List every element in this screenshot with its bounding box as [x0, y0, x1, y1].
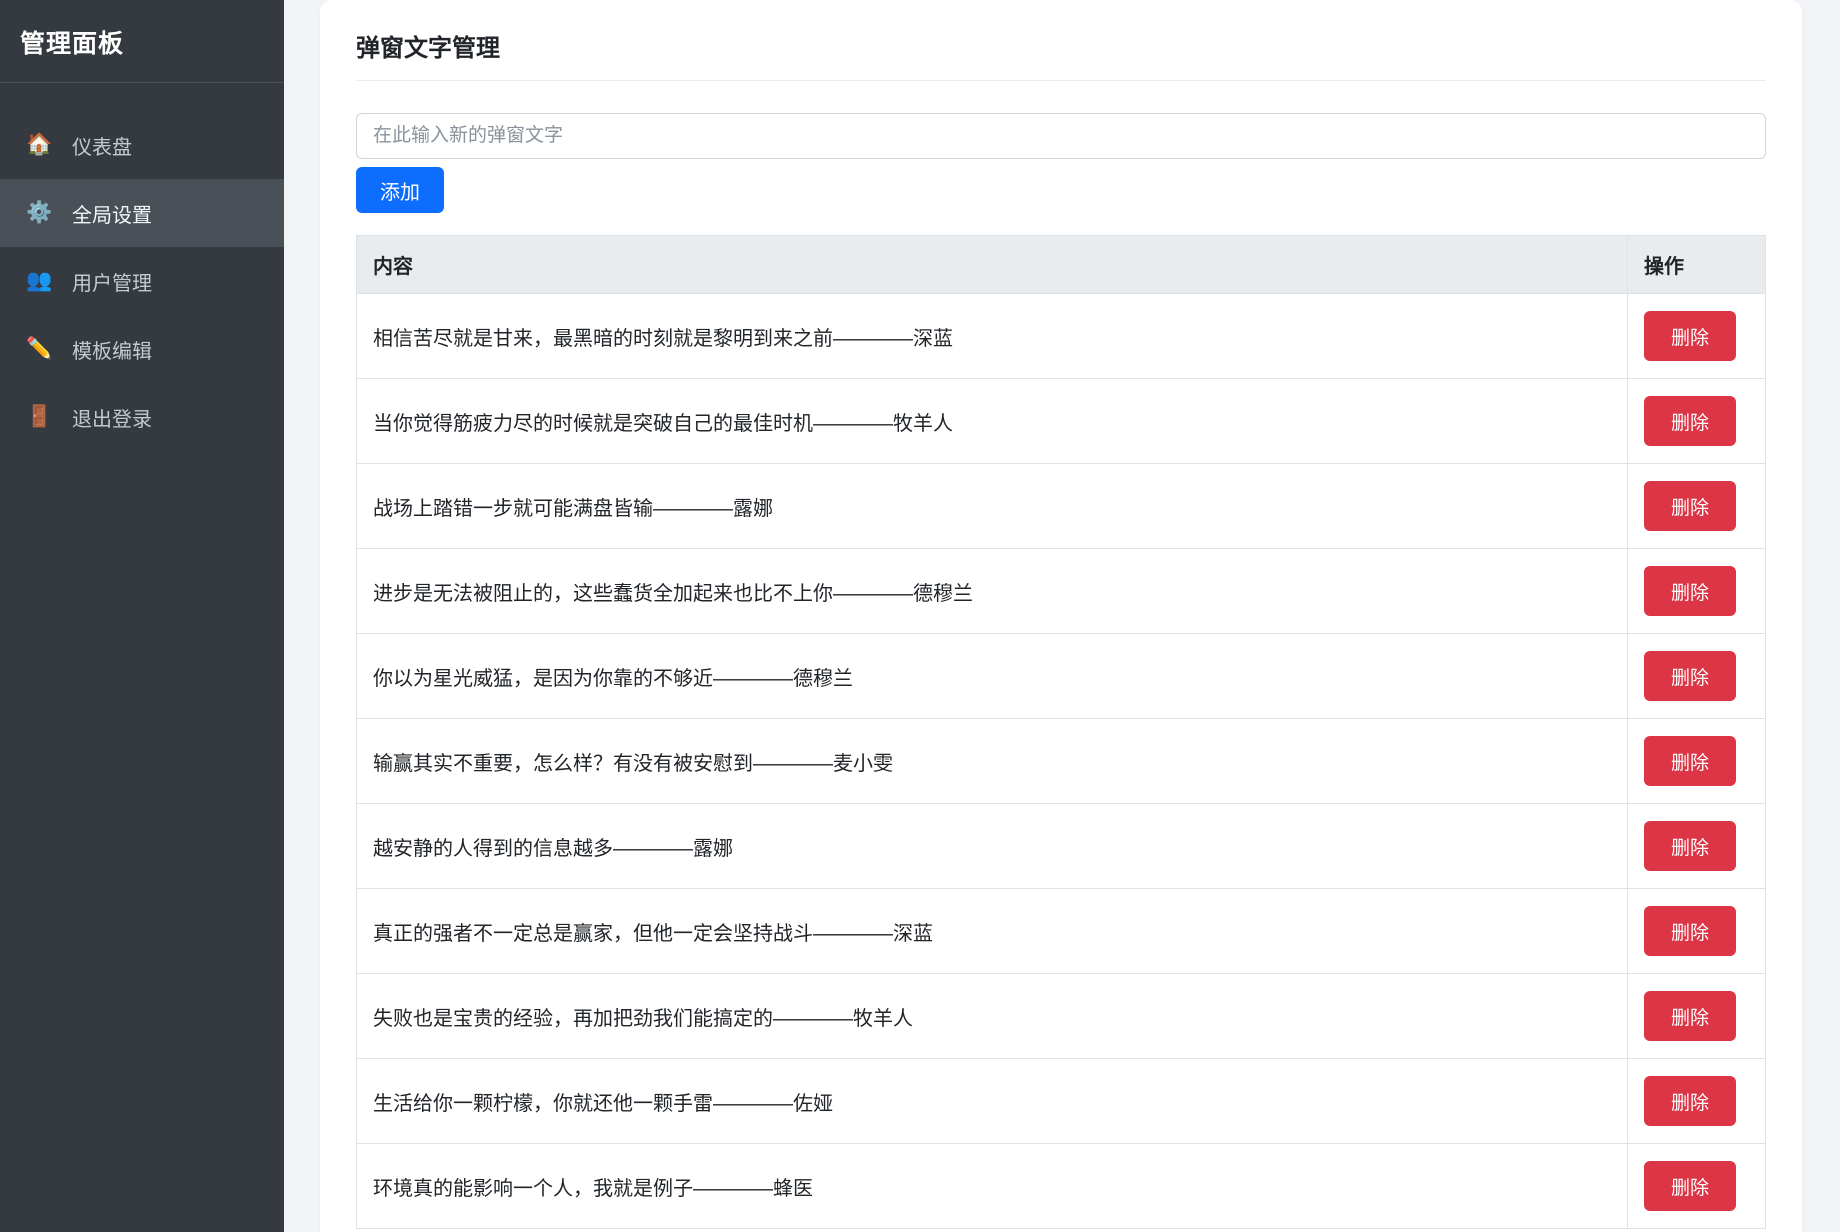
users-icon: 👥	[26, 269, 60, 293]
table-row: 你以为星光威猛，是因为你靠的不够近————德穆兰 删除	[357, 634, 1766, 719]
table-row: 战场上踏错一步就可能满盘皆输————露娜 删除	[357, 464, 1766, 549]
delete-button[interactable]: 删除	[1644, 821, 1736, 871]
door-icon: 🚪	[26, 405, 60, 429]
sidebar-item-dashboard[interactable]: 🏠 仪表盘	[0, 111, 284, 179]
quote-cell: 环境真的能影响一个人，我就是例子————蜂医	[357, 1144, 1628, 1229]
table-row: 越安静的人得到的信息越多————露娜 删除	[357, 804, 1766, 889]
sidebar-item-label: 全局设置	[72, 199, 152, 228]
sidebar-item-users[interactable]: 👥 用户管理	[0, 247, 284, 315]
quote-cell: 相信苦尽就是甘来，最黑暗的时刻就是黎明到来之前————深蓝	[357, 294, 1628, 379]
sidebar-item-label: 退出登录	[72, 403, 152, 432]
action-cell: 删除	[1628, 1059, 1766, 1144]
delete-button[interactable]: 删除	[1644, 311, 1736, 361]
sidebar-item-label: 仪表盘	[72, 131, 132, 160]
quote-cell: 真正的强者不一定总是赢家，但他一定会坚持战斗————深蓝	[357, 889, 1628, 974]
delete-button[interactable]: 删除	[1644, 991, 1736, 1041]
title-divider	[356, 80, 1766, 81]
table-header-row: 内容 操作	[357, 236, 1766, 294]
quote-cell: 生活给你一颗柠檬，你就还他一颗手雷————佐娅	[357, 1059, 1628, 1144]
quote-cell: 进步是无法被阻止的，这些蠢货全加起来也比不上你————德穆兰	[357, 549, 1628, 634]
table-row: 生活给你一颗柠檬，你就还他一颗手雷————佐娅 删除	[357, 1059, 1766, 1144]
home-icon: 🏠	[26, 133, 60, 157]
table-row: 输赢其实不重要，怎么样？有没有被安慰到————麦小雯 删除	[357, 719, 1766, 804]
delete-button[interactable]: 删除	[1644, 566, 1736, 616]
action-cell: 删除	[1628, 294, 1766, 379]
main-content: 弹窗文字管理 添加 内容 操作 相信苦尽就是甘来，最黑暗的时刻就是黎明到来之前—…	[284, 0, 1840, 1232]
popup-text-table: 内容 操作 相信苦尽就是甘来，最黑暗的时刻就是黎明到来之前————深蓝 删除 当…	[356, 235, 1766, 1229]
delete-button[interactable]: 删除	[1644, 396, 1736, 446]
column-header-action: 操作	[1628, 236, 1766, 294]
sidebar-item-logout[interactable]: 🚪 退出登录	[0, 383, 284, 451]
delete-button[interactable]: 删除	[1644, 481, 1736, 531]
sidebar: 管理面板 🏠 仪表盘 ⚙️ 全局设置 👥 用户管理 ✏️ 模板编辑 🚪 退出登录	[0, 0, 284, 1232]
delete-button[interactable]: 删除	[1644, 1076, 1736, 1126]
page-title: 弹窗文字管理	[356, 34, 1766, 64]
delete-button[interactable]: 删除	[1644, 736, 1736, 786]
delete-button[interactable]: 删除	[1644, 1161, 1736, 1211]
sidebar-item-template[interactable]: ✏️ 模板编辑	[0, 315, 284, 383]
content-card: 弹窗文字管理 添加 内容 操作 相信苦尽就是甘来，最黑暗的时刻就是黎明到来之前—…	[320, 0, 1802, 1232]
table-row: 失败也是宝贵的经验，再加把劲我们能搞定的————牧羊人 删除	[357, 974, 1766, 1059]
pencil-icon: ✏️	[26, 337, 60, 361]
action-cell: 删除	[1628, 1144, 1766, 1229]
table-row: 当你觉得筋疲力尽的时候就是突破自己的最佳时机————牧羊人 删除	[357, 379, 1766, 464]
delete-button[interactable]: 删除	[1644, 651, 1736, 701]
add-button[interactable]: 添加	[356, 167, 444, 213]
sidebar-item-settings[interactable]: ⚙️ 全局设置	[0, 179, 284, 247]
gear-icon: ⚙️	[26, 201, 60, 225]
sidebar-title: 管理面板	[0, 0, 284, 83]
action-cell: 删除	[1628, 464, 1766, 549]
sidebar-item-label: 模板编辑	[72, 335, 152, 364]
action-cell: 删除	[1628, 379, 1766, 464]
quote-cell: 失败也是宝贵的经验，再加把劲我们能搞定的————牧羊人	[357, 974, 1628, 1059]
quote-cell: 越安静的人得到的信息越多————露娜	[357, 804, 1628, 889]
action-cell: 删除	[1628, 634, 1766, 719]
new-popup-text-input[interactable]	[356, 113, 1766, 159]
quote-cell: 当你觉得筋疲力尽的时候就是突破自己的最佳时机————牧羊人	[357, 379, 1628, 464]
action-cell: 删除	[1628, 719, 1766, 804]
table-row: 环境真的能影响一个人，我就是例子————蜂医 删除	[357, 1144, 1766, 1229]
action-cell: 删除	[1628, 889, 1766, 974]
action-cell: 删除	[1628, 804, 1766, 889]
delete-button[interactable]: 删除	[1644, 906, 1736, 956]
sidebar-nav: 🏠 仪表盘 ⚙️ 全局设置 👥 用户管理 ✏️ 模板编辑 🚪 退出登录	[0, 111, 284, 451]
action-cell: 删除	[1628, 549, 1766, 634]
table-row: 真正的强者不一定总是赢家，但他一定会坚持战斗————深蓝 删除	[357, 889, 1766, 974]
quote-cell: 你以为星光威猛，是因为你靠的不够近————德穆兰	[357, 634, 1628, 719]
table-row: 相信苦尽就是甘来，最黑暗的时刻就是黎明到来之前————深蓝 删除	[357, 294, 1766, 379]
sidebar-item-label: 用户管理	[72, 267, 152, 296]
action-cell: 删除	[1628, 974, 1766, 1059]
table-row: 进步是无法被阻止的，这些蠢货全加起来也比不上你————德穆兰 删除	[357, 549, 1766, 634]
quote-cell: 输赢其实不重要，怎么样？有没有被安慰到————麦小雯	[357, 719, 1628, 804]
column-header-content: 内容	[357, 236, 1628, 294]
quote-cell: 战场上踏错一步就可能满盘皆输————露娜	[357, 464, 1628, 549]
